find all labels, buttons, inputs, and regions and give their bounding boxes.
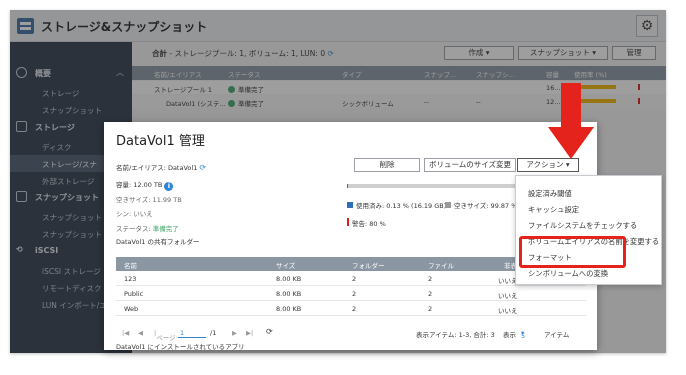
page-label: | ページ bbox=[154, 329, 176, 342]
action-button[interactable]: アクション ▾ bbox=[517, 158, 579, 172]
last-page-icon[interactable]: ▶| bbox=[246, 329, 253, 337]
name-alias: 名前/エイリアス: DataVol1 ⟳ bbox=[116, 163, 207, 172]
next-page-icon[interactable]: ▶ bbox=[232, 329, 237, 337]
info-icon[interactable]: i bbox=[164, 182, 174, 191]
red-arrow-icon bbox=[548, 83, 594, 159]
action-dropdown-menu: 設定済み閾値 キャッシュ設定 ファイルシステムをチェックする ボリュームエイリア… bbox=[515, 175, 662, 285]
table-row[interactable]: Web 8.00 KB 2 2 いいえ bbox=[116, 301, 586, 316]
refresh-icon[interactable]: ⟳ bbox=[266, 327, 273, 336]
menu-item-check-filesystem[interactable]: ファイルシステムをチェックする bbox=[516, 217, 661, 233]
pagination: |◀ ◀ | ページ 1 /1 ▶ ▶| ⟳ 表示アイテム: 1-3, 合計: … bbox=[122, 327, 570, 342]
table-row[interactable]: Public 8.00 KB 2 2 いいえ bbox=[116, 286, 586, 301]
legend-free: 空きサイズ: 99.87 % bbox=[445, 200, 517, 210]
format-highlight-box bbox=[519, 236, 626, 268]
page-input[interactable]: 1 bbox=[178, 327, 206, 338]
resize-button[interactable]: ボリュームのサイズ変更 bbox=[424, 158, 516, 172]
free-size: 空きサイズ: 11.99 TB bbox=[116, 196, 182, 204]
shared-folder-label: DataVol1 の共有フォルダー bbox=[116, 238, 200, 246]
refresh-icon[interactable]: ⟳ bbox=[199, 163, 206, 172]
thin: シン: いいえ bbox=[116, 210, 153, 218]
delete-button[interactable]: 削除 bbox=[354, 158, 420, 172]
legend-warning: 警告: 80 % bbox=[347, 218, 386, 228]
per-page-select[interactable]: 5 ▾ bbox=[521, 329, 525, 340]
first-page-icon[interactable]: |◀ bbox=[122, 329, 129, 337]
prev-page-icon[interactable]: ◀ bbox=[138, 329, 143, 337]
capacity: 容量: 12.00 TB i bbox=[116, 179, 174, 191]
legend-used: 使用済み: 0.13 % (16.19 GB) bbox=[347, 200, 446, 210]
menu-item-cache-settings[interactable]: キャッシュ設定 bbox=[516, 201, 661, 217]
dialog-title: DataVol1 管理 bbox=[116, 134, 205, 149]
status: ステータス: 準備完了 bbox=[116, 225, 179, 233]
menu-item-threshold[interactable]: 設定済み閾値 bbox=[516, 185, 661, 201]
installed-apps-label: DataVol1 にインストールされているアプリ bbox=[116, 343, 245, 350]
